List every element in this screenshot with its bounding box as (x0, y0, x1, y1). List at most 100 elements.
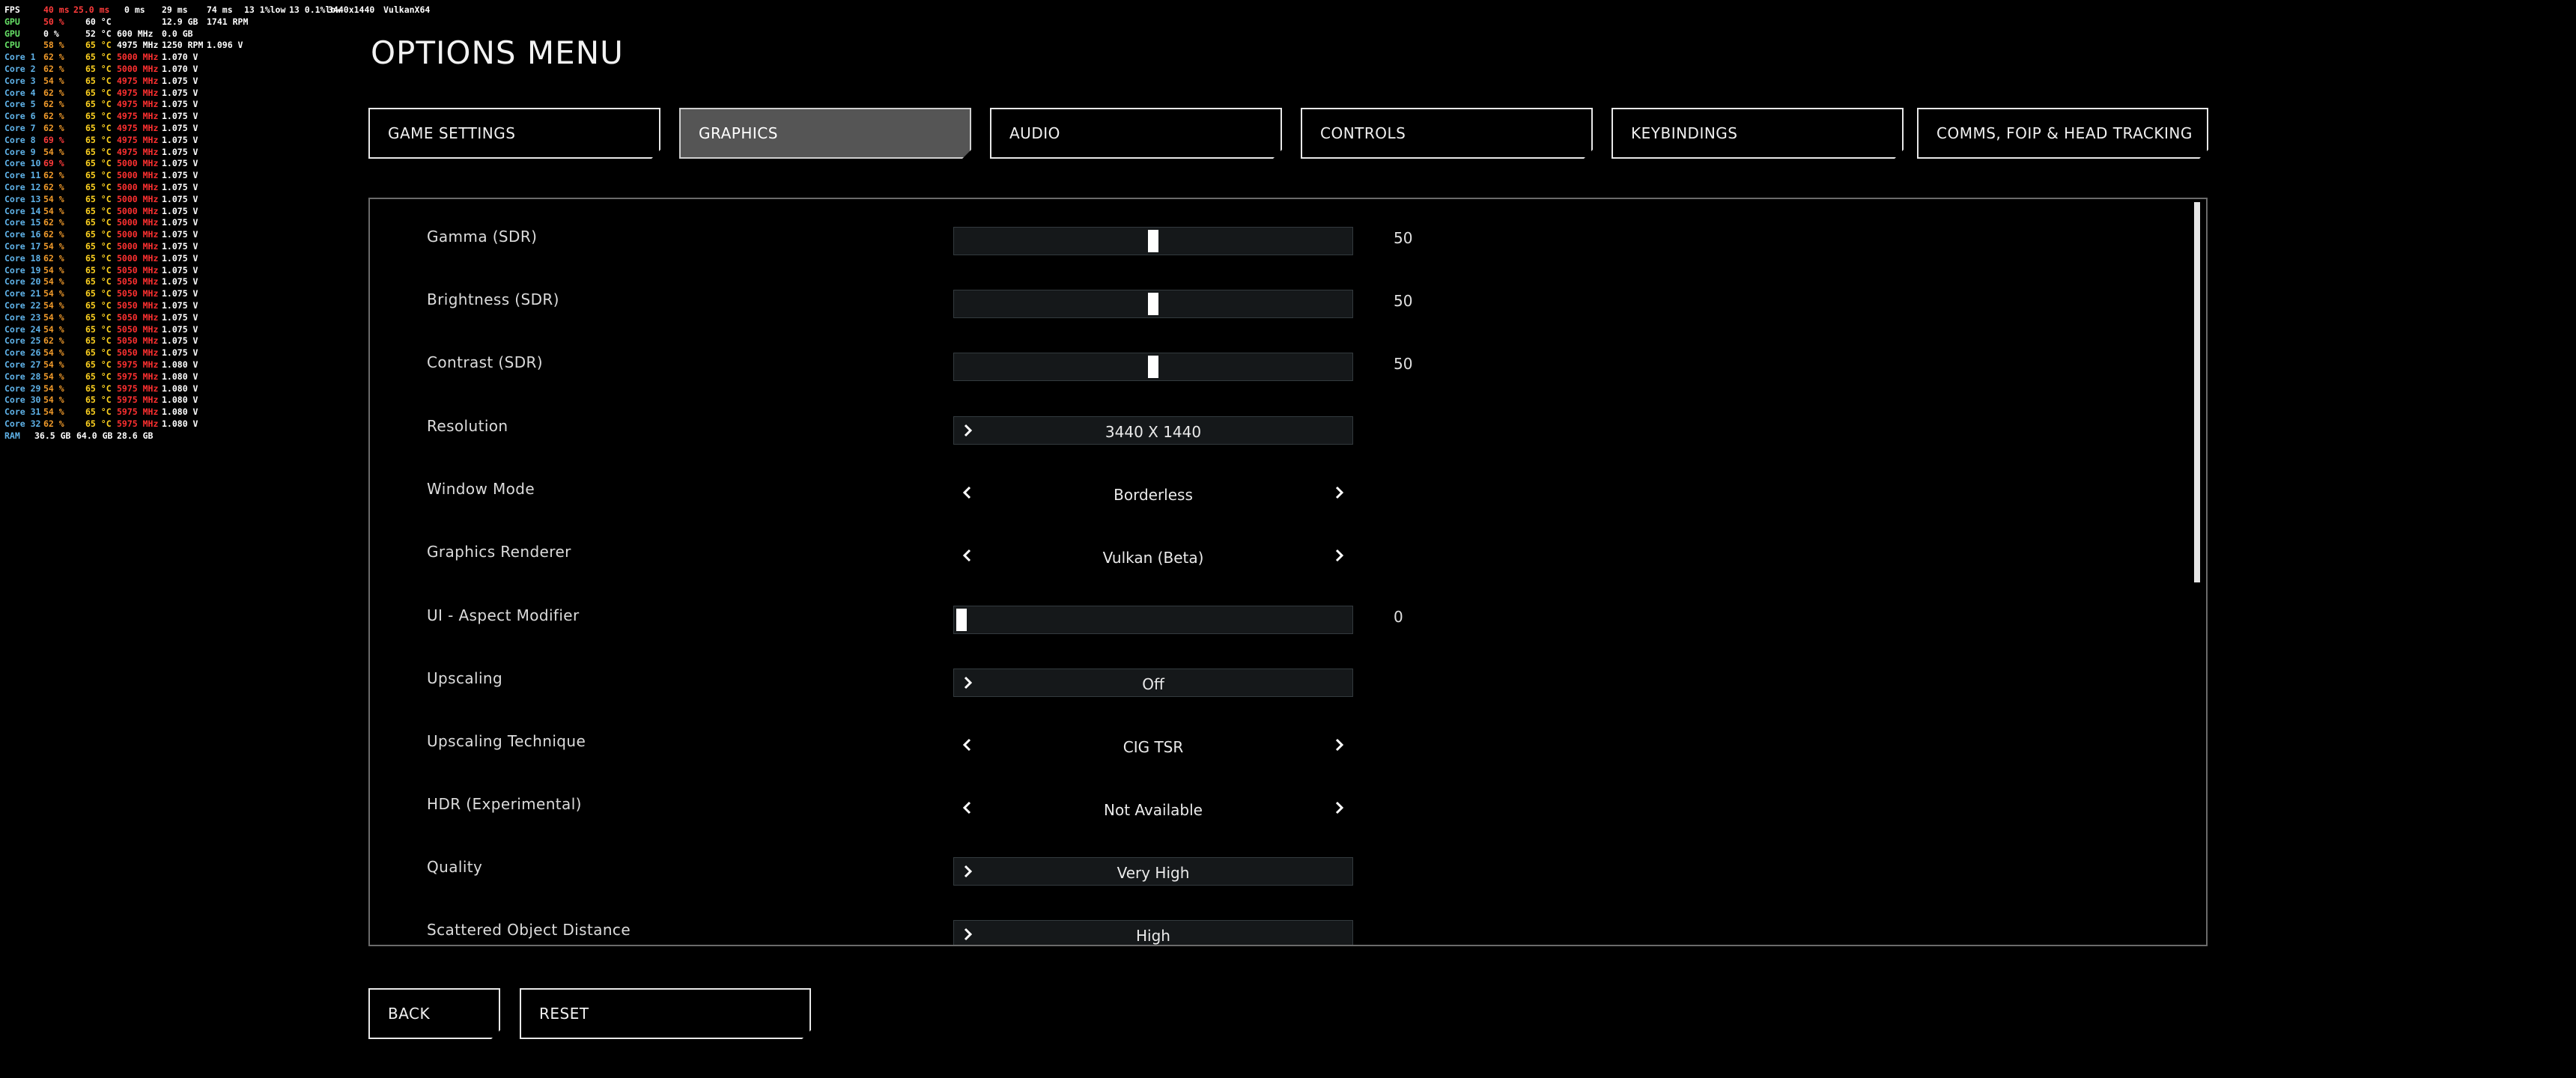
core-clock: 5000 MHz (117, 205, 159, 216)
core-load: 62 % (43, 87, 64, 98)
setting-brightness: Brightness (SDR) 50 (370, 277, 2206, 322)
core-temp: 65 °C (85, 323, 112, 335)
core-label: Core 7 (4, 122, 36, 133)
setting-label: Gamma (SDR) (427, 228, 538, 246)
tab-label: AUDIO (1009, 124, 1060, 142)
core-temp: 65 °C (85, 299, 112, 311)
core-clock: 5000 MHz (117, 52, 159, 63)
core-load: 54 % (43, 193, 64, 204)
core-label: Core 18 (4, 252, 41, 264)
core-load: 62 % (43, 181, 64, 192)
core-clock: 5000 MHz (117, 252, 159, 264)
core-load: 62 % (43, 63, 64, 74)
scrollbar[interactable] (2194, 202, 2200, 943)
tab-graphics[interactable]: GRAPHICS (679, 108, 971, 159)
core-load: 62 % (43, 111, 64, 122)
core-voltage: 1.080 V (162, 395, 198, 406)
gpu-temp: 60 °C (85, 16, 112, 27)
core-clock: 5050 MHz (117, 323, 159, 335)
tab-keybindings[interactable]: KEYBINDINGS (1611, 108, 1904, 159)
core-voltage: 1.075 V (162, 240, 198, 252)
core-temp: 65 °C (85, 193, 112, 204)
setting-label: UI - Aspect Modifier (427, 606, 580, 624)
core-label: Core 32 (4, 418, 41, 429)
core-temp: 65 °C (85, 63, 112, 74)
core-load: 54 % (43, 311, 64, 323)
core-temp: 65 °C (85, 181, 112, 192)
core-temp: 65 °C (85, 276, 112, 287)
setting-label: Window Mode (427, 480, 535, 498)
tab-comms-foip-head-tracking[interactable]: COMMS, FOIP & HEAD TRACKING (1917, 108, 2208, 159)
gpu-fan: 1741 RPM (207, 16, 249, 27)
core-temp: 65 °C (85, 229, 112, 240)
core-load: 54 % (43, 75, 64, 86)
reset-button[interactable]: RESET (520, 988, 811, 1039)
aspect-slider[interactable] (953, 606, 1353, 634)
upscaling-dropdown[interactable]: Off (953, 669, 1353, 697)
core-voltage: 1.070 V (162, 63, 198, 74)
tab-audio[interactable]: AUDIO (990, 108, 1282, 159)
core-voltage: 1.075 V (162, 217, 198, 228)
core-label: Core 29 (4, 383, 41, 394)
core-clock: 4975 MHz (117, 146, 159, 157)
slider-thumb[interactable] (1148, 230, 1158, 252)
tab-controls[interactable]: CONTROLS (1301, 108, 1593, 159)
slider-thumb[interactable] (956, 609, 967, 631)
tab-game-settings[interactable]: GAME SETTINGS (368, 108, 660, 159)
chevron-right-icon[interactable] (1333, 801, 1346, 814)
resolution-dropdown[interactable]: 3440 X 1440 (953, 416, 1353, 445)
gpu-load: 50 % (43, 16, 64, 27)
core-voltage: 1.080 V (162, 406, 198, 418)
scrollbar-thumb[interactable] (2194, 202, 2200, 582)
back-button-label: BACK (388, 1005, 431, 1023)
contrast-slider[interactable] (953, 353, 1353, 381)
core-load: 62 % (43, 52, 64, 63)
scattered-distance-dropdown[interactable]: High (953, 920, 1353, 945)
chevron-right-icon[interactable] (1333, 738, 1346, 752)
core-clock: 5975 MHz (117, 383, 159, 394)
core-voltage: 1.075 V (162, 170, 198, 181)
core-clock: 5050 MHz (117, 288, 159, 299)
core-temp: 65 °C (85, 252, 112, 264)
core-clock: 4975 MHz (117, 87, 159, 98)
core-label: Core 16 (4, 229, 41, 240)
aspect-value: 0 (1394, 608, 1403, 626)
core-load: 54 % (43, 299, 64, 311)
gpu-load: 0 % (43, 28, 59, 39)
core-clock: 5000 MHz (117, 240, 159, 252)
cpu-load: 58 % (43, 40, 64, 51)
quality-value: Very High (1117, 864, 1190, 882)
brightness-slider[interactable] (953, 290, 1353, 318)
page-title: OPTIONS MENU (371, 34, 624, 71)
setting-hdr: HDR (Experimental) Not Available (370, 782, 2206, 826)
gamma-slider[interactable] (953, 227, 1353, 255)
core-load: 54 % (43, 146, 64, 157)
contrast-value: 50 (1394, 355, 1413, 373)
core-voltage: 1.075 V (162, 158, 198, 169)
gpu-label: GPU (4, 28, 20, 39)
core-clock: 5000 MHz (117, 181, 159, 192)
core-voltage: 1.075 V (162, 323, 198, 335)
core-temp: 65 °C (85, 311, 112, 323)
core-label: Core 5 (4, 99, 36, 110)
back-button[interactable]: BACK (368, 988, 500, 1039)
chevron-right-icon[interactable] (1333, 549, 1346, 562)
core-load: 54 % (43, 323, 64, 335)
core-load: 62 % (43, 170, 64, 181)
core-clock: 5975 MHz (117, 359, 159, 370)
slider-thumb[interactable] (1148, 293, 1158, 315)
core-load: 54 % (43, 288, 64, 299)
core-label: Core 4 (4, 87, 36, 98)
core-load: 62 % (43, 252, 64, 264)
core-voltage: 1.080 V (162, 359, 198, 370)
cpu-voltage: 1.096 V (207, 40, 243, 51)
chevron-right-icon[interactable] (1333, 486, 1346, 499)
core-temp: 65 °C (85, 406, 112, 418)
core-clock: 5050 MHz (117, 276, 159, 287)
quality-dropdown[interactable]: Very High (953, 857, 1353, 886)
setting-graphics-renderer: Graphics Renderer Vulkan (Beta) (370, 529, 2206, 574)
perf-stat: 0 ms (124, 4, 145, 15)
core-clock: 5050 MHz (117, 264, 159, 275)
scattered-distance-value: High (1136, 927, 1170, 945)
slider-thumb[interactable] (1148, 356, 1158, 378)
